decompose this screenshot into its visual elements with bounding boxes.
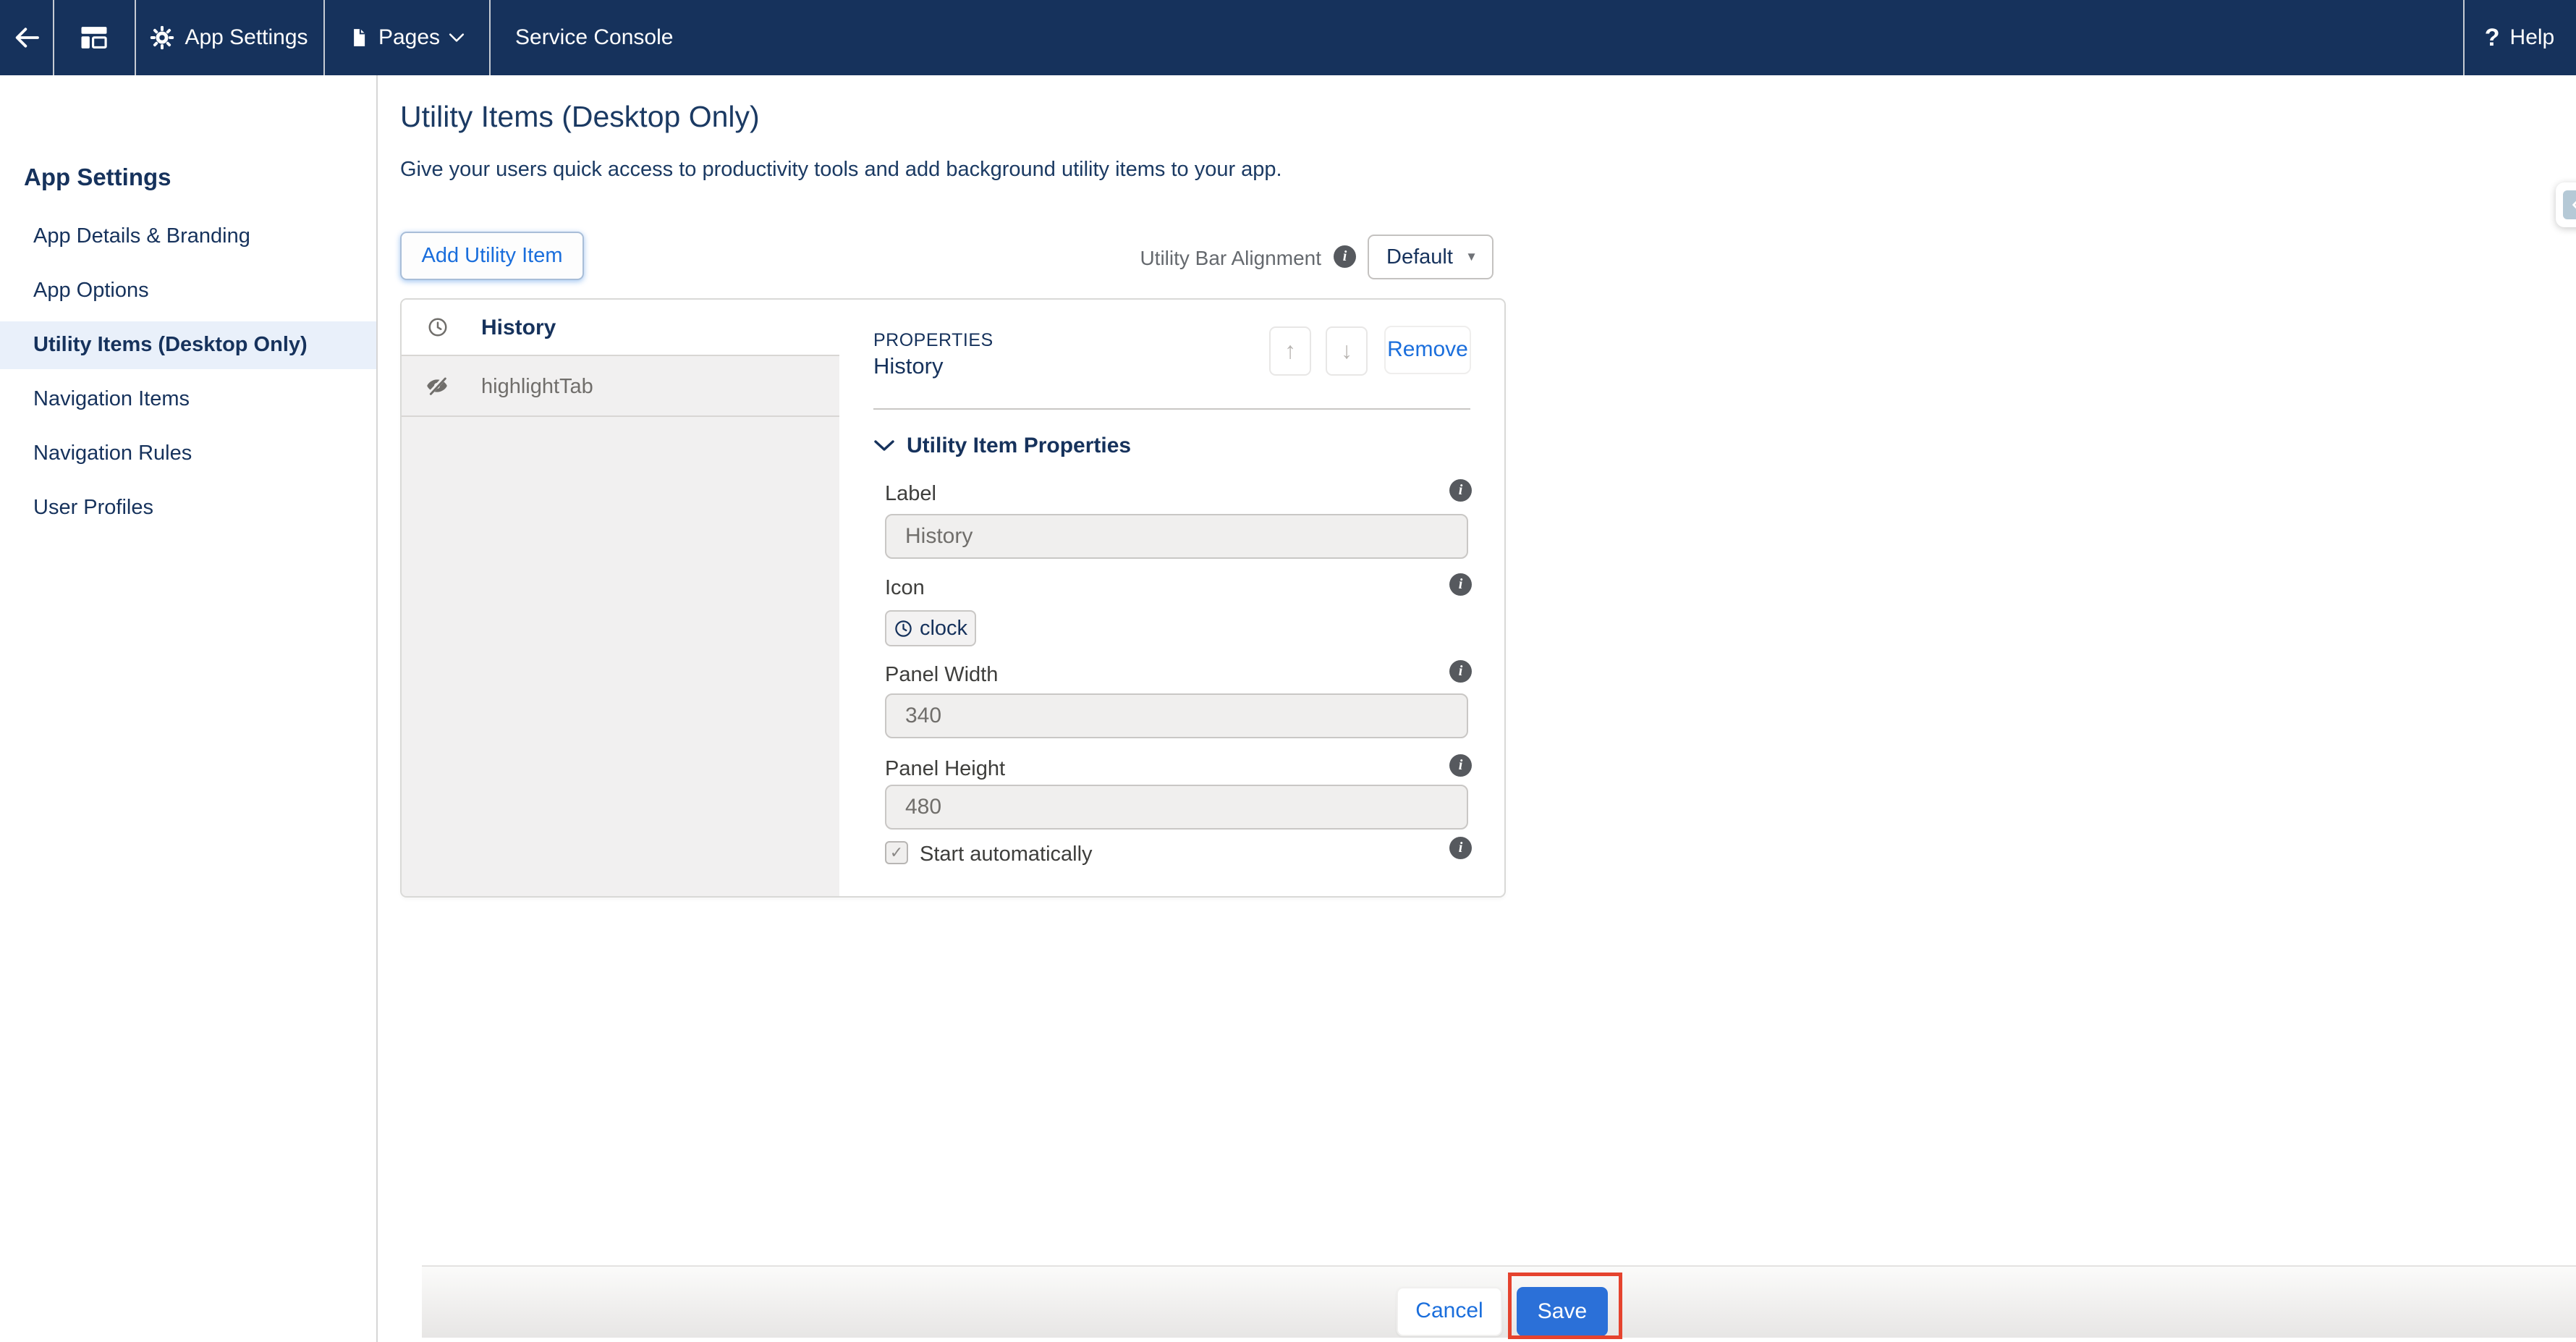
page-title: Utility Items (Desktop Only) bbox=[400, 100, 760, 134]
move-up-button[interactable]: ↑ bbox=[1269, 326, 1311, 376]
top-navbar: App Settings Pages Service Console ? Hel… bbox=[0, 0, 2576, 75]
chevron-down-icon bbox=[873, 439, 895, 453]
utility-list-item-highlighttab[interactable]: highlightTab bbox=[402, 356, 839, 417]
utility-item-label: History bbox=[481, 316, 556, 340]
pages-label: Pages bbox=[378, 25, 440, 50]
sidebar-item-navigation-items[interactable]: Navigation Items bbox=[0, 385, 376, 413]
page-description: Give your users quick access to producti… bbox=[400, 158, 1282, 182]
lightning-app-builder-button[interactable] bbox=[54, 0, 134, 75]
panel-height-info-icon[interactable]: i bbox=[1449, 754, 1472, 777]
help-button[interactable]: ? Help bbox=[2463, 0, 2576, 75]
arrow-up-icon: ↑ bbox=[1284, 337, 1296, 363]
caret-down-icon: ▼ bbox=[1465, 250, 1478, 264]
start-automatically-checkbox[interactable]: ✓ bbox=[885, 841, 908, 864]
utility-item-label: highlightTab bbox=[481, 375, 593, 399]
utility-items-panel: History highlightTab PROPERTIES History … bbox=[400, 298, 1506, 898]
app-name-text: Service Console bbox=[515, 25, 673, 50]
move-down-button[interactable]: ↓ bbox=[1326, 326, 1368, 376]
alignment-selected-value: Default bbox=[1386, 245, 1465, 269]
sidebar-item-navigation-rules[interactable]: Navigation Rules bbox=[0, 439, 376, 467]
utility-list-item-history[interactable]: History bbox=[402, 300, 839, 356]
clock-icon bbox=[894, 619, 913, 638]
remove-button[interactable]: Remove bbox=[1384, 326, 1471, 374]
icon-field-label: Icon bbox=[885, 576, 925, 600]
label-info-icon[interactable]: i bbox=[1449, 479, 1472, 502]
panel-width-input[interactable] bbox=[885, 693, 1468, 738]
section-title: Utility Item Properties bbox=[907, 434, 1131, 458]
arrow-down-icon: ↓ bbox=[1341, 337, 1352, 363]
label-field-input[interactable] bbox=[885, 514, 1468, 559]
chevron-down-icon bbox=[449, 33, 465, 43]
alignment-info-icon[interactable]: i bbox=[1334, 245, 1356, 268]
icon-value: clock bbox=[920, 617, 967, 641]
app-builder-window: App Settings Pages Service Console ? Hel… bbox=[0, 0, 2576, 1342]
app-settings-label: App Settings bbox=[185, 25, 308, 50]
start-automatically-label: Start automatically bbox=[920, 843, 1093, 866]
help-label: Help bbox=[2510, 25, 2555, 50]
label-field-label: Label bbox=[885, 482, 936, 506]
icon-picker-chip[interactable]: clock bbox=[885, 610, 976, 646]
add-utility-item-button[interactable]: Add Utility Item bbox=[400, 232, 584, 280]
app-name-label: Service Console bbox=[515, 0, 673, 75]
properties-item-name: History bbox=[873, 353, 943, 379]
page-icon bbox=[348, 26, 370, 49]
panel-width-label: Panel Width bbox=[885, 663, 998, 687]
alignment-dropdown[interactable]: Default ▼ bbox=[1368, 235, 1494, 279]
sidebar-item-utility-items[interactable]: Utility Items (Desktop Only) bbox=[0, 331, 376, 358]
tab-app-settings[interactable]: App Settings bbox=[135, 0, 323, 75]
panel-width-info-icon[interactable]: i bbox=[1449, 660, 1472, 683]
help-icon: ? bbox=[2485, 24, 2500, 52]
clock-icon bbox=[427, 316, 449, 338]
properties-divider bbox=[873, 408, 1470, 410]
properties-header: PROPERTIES bbox=[873, 330, 993, 351]
utility-item-properties-accordion[interactable]: Utility Item Properties bbox=[873, 431, 1131, 460]
tab-pages[interactable]: Pages bbox=[323, 0, 489, 75]
panel-height-label: Panel Height bbox=[885, 757, 1005, 781]
sidebar-item-user-profiles[interactable]: User Profiles bbox=[0, 494, 376, 521]
eye-slash-icon bbox=[425, 374, 449, 397]
utility-bar-alignment-label: Utility Bar Alignment bbox=[1071, 247, 1321, 270]
navbar-divider bbox=[489, 0, 491, 75]
panel-height-input[interactable] bbox=[885, 785, 1468, 830]
expand-panel-button[interactable] bbox=[2556, 182, 2576, 227]
back-button[interactable] bbox=[0, 0, 53, 75]
back-arrow-icon bbox=[12, 23, 41, 52]
start-automatically-info-icon[interactable]: i bbox=[1449, 837, 1472, 859]
gear-icon bbox=[150, 25, 174, 50]
sidebar-heading: App Settings bbox=[24, 164, 171, 191]
checkmark-icon: ✓ bbox=[890, 843, 903, 861]
page-layout-icon bbox=[79, 22, 109, 53]
icon-info-icon[interactable]: i bbox=[1449, 573, 1472, 596]
sidebar-item-app-details-branding[interactable]: App Details & Branding bbox=[0, 222, 376, 250]
app-settings-sidebar: App Settings App Details & Branding App … bbox=[0, 75, 378, 1342]
chevron-left-icon bbox=[2563, 190, 2576, 219]
cancel-button[interactable]: Cancel bbox=[1397, 1287, 1502, 1336]
save-button[interactable]: Save bbox=[1517, 1287, 1608, 1336]
sidebar-item-app-options[interactable]: App Options bbox=[0, 277, 376, 304]
